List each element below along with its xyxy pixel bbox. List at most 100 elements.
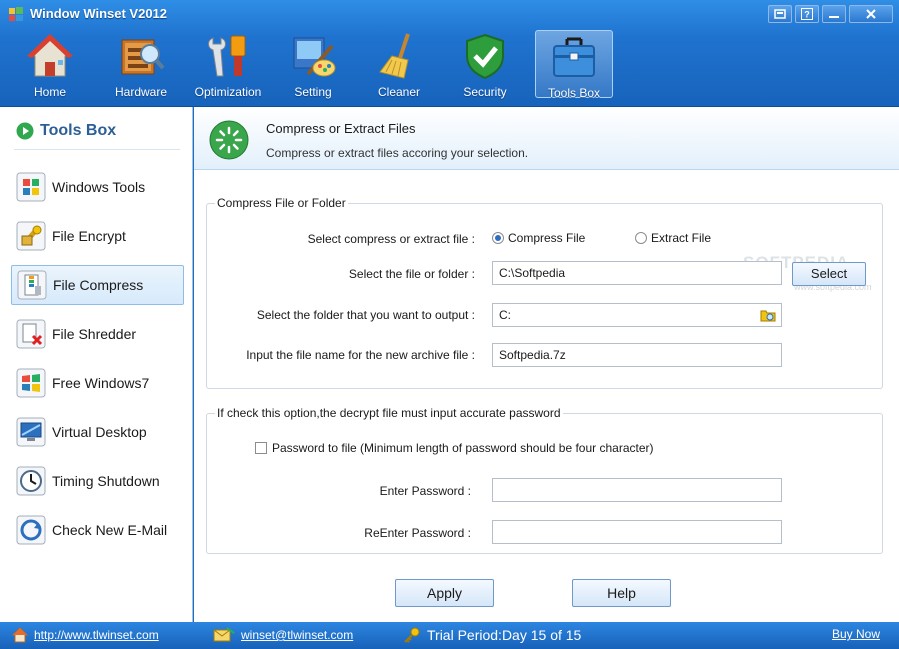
- help-button[interactable]: Help: [572, 579, 671, 607]
- sidebar-item-free-windows7[interactable]: Free Windows7: [11, 363, 184, 403]
- compress-group: Compress File or Folder Select compress …: [206, 196, 883, 389]
- close-button[interactable]: [849, 5, 893, 23]
- play-icon: [16, 122, 34, 140]
- sidebar-divider: [14, 149, 180, 150]
- panel-subtitle: Compress or extract files accoring your …: [266, 146, 529, 160]
- sidebar-item-label: Virtual Desktop: [52, 424, 147, 440]
- mode-label: Select compress or extract file :: [307, 232, 475, 246]
- skin-icon: [774, 9, 786, 19]
- nav-home[interactable]: Home: [11, 30, 89, 99]
- checkbox-label: Password to file (Minimum length of pass…: [272, 441, 654, 455]
- compress-file-radio[interactable]: Compress File: [492, 231, 585, 245]
- sidebar-item-file-encrypt[interactable]: File Encrypt: [11, 216, 184, 256]
- sidebar-header: Tools Box: [16, 120, 116, 142]
- nav-label: Setting: [294, 85, 332, 99]
- password-group: If check this option,the decrypt file mu…: [206, 406, 883, 554]
- password-checkbox[interactable]: Password to file (Minimum length of pass…: [255, 441, 654, 455]
- sidebar-title: Tools Box: [40, 122, 117, 139]
- sidebar-item-timing-shutdown[interactable]: Timing Shutdown: [11, 461, 184, 501]
- nav-cleaner[interactable]: Cleaner: [360, 30, 438, 99]
- lock-icon: [16, 221, 46, 251]
- nav-tools-box[interactable]: Tools Box: [535, 30, 613, 100]
- nav-setting[interactable]: Setting: [274, 30, 352, 99]
- skin-button[interactable]: [768, 5, 792, 23]
- sidebar-item-check-email[interactable]: Check New E-Mail: [11, 510, 184, 550]
- nav-security[interactable]: Security: [446, 30, 524, 99]
- home-icon: [27, 34, 73, 77]
- desktop-icon: [16, 417, 46, 447]
- archive-icon: [17, 270, 47, 300]
- sidebar-item-file-compress[interactable]: File Compress: [11, 265, 184, 305]
- svg-text:?: ?: [804, 10, 810, 20]
- shield-icon: [466, 33, 504, 80]
- archive-name-label: Input the file name for the new archive …: [246, 348, 475, 362]
- output-folder-field[interactable]: C:: [492, 303, 782, 327]
- status-website: http://www.tlwinset.com: [12, 627, 159, 643]
- buy-now-link[interactable]: Buy Now: [832, 627, 880, 641]
- app-header: Window Winset V2012 ? Home Hardware Opti…: [0, 0, 899, 107]
- reenter-password-field[interactable]: [492, 520, 782, 544]
- title-bar[interactable]: Window Winset V2012 ?: [0, 0, 899, 28]
- question-icon: ?: [801, 8, 813, 20]
- nav-label: Home: [33, 85, 66, 99]
- key-icon: [404, 627, 420, 643]
- window-title: Window Winset V2012: [30, 6, 168, 21]
- status-trial: Trial Period:Day 15 of 15: [403, 626, 581, 644]
- sidebar-item-virtual-desktop[interactable]: Virtual Desktop: [11, 412, 184, 452]
- nav-label: Hardware: [114, 85, 168, 99]
- email-link[interactable]: winset@tlwinset.com: [241, 628, 353, 642]
- enter-password-label: Enter Password :: [379, 484, 471, 498]
- radio-label: Compress File: [508, 231, 586, 245]
- minimize-button[interactable]: [822, 5, 846, 23]
- minimize-icon: [829, 16, 839, 18]
- status-email: winset@tlwinset.com: [213, 627, 353, 643]
- nav-optimization[interactable]: Optimization: [189, 30, 267, 99]
- panel-title: Compress or Extract Files: [266, 121, 416, 136]
- email-icon: [16, 515, 46, 545]
- apply-button[interactable]: Apply: [395, 579, 494, 607]
- windows-icon: [16, 172, 46, 202]
- hardware-icon: [121, 39, 165, 75]
- sidebar-item-label: Windows Tools: [52, 179, 146, 195]
- sidebar-item-windows-tools[interactable]: Windows Tools: [11, 167, 184, 207]
- window-controls: ?: [768, 5, 893, 23]
- toolbox-icon: [553, 37, 595, 77]
- status-buy: Buy Now: [832, 627, 880, 641]
- radio-selected-indicator: [492, 232, 504, 244]
- compress-group-legend: Compress File or Folder: [215, 196, 348, 210]
- status-bar: http://www.tlwinset.com winset@tlwinset.…: [0, 622, 899, 649]
- file-label: Select the file or folder :: [348, 267, 475, 281]
- sidebar-item-label: File Shredder: [52, 326, 137, 342]
- help-title-button[interactable]: ?: [795, 5, 819, 23]
- setting-icon: [293, 37, 336, 77]
- compress-spinner-icon: [209, 120, 249, 160]
- browse-folder-icon[interactable]: [760, 307, 777, 323]
- password-group-legend: If check this option,the decrypt file mu…: [215, 406, 563, 420]
- broom-icon: [379, 33, 410, 79]
- mail-icon: [213, 627, 235, 642]
- file-path-field[interactable]: C:\Softpedia: [492, 261, 782, 285]
- nav-label: Tools Box: [547, 86, 601, 100]
- panel-header: Compress or Extract Files Compress or ex…: [194, 107, 899, 170]
- sidebar-item-label: File Compress: [53, 277, 144, 293]
- close-icon: [866, 9, 876, 19]
- clock-icon: [16, 466, 46, 496]
- website-link[interactable]: http://www.tlwinset.com: [34, 628, 159, 642]
- sidebar-item-label: Check New E-Mail: [52, 522, 168, 538]
- radio-indicator: [635, 232, 647, 244]
- checkbox-box: [255, 442, 267, 454]
- trial-period-text: Trial Period:Day 15 of 15: [427, 627, 582, 643]
- shredder-icon: [16, 319, 46, 349]
- home-small-icon: [12, 627, 28, 643]
- windows7-icon: [16, 368, 46, 398]
- enter-password-field[interactable]: [492, 478, 782, 502]
- select-button[interactable]: Select: [792, 262, 866, 286]
- output-folder-value: C:: [499, 308, 511, 322]
- archive-name-field[interactable]: Softpedia.7z: [492, 343, 782, 367]
- radio-label: Extract File: [651, 231, 712, 245]
- nav-hardware[interactable]: Hardware: [102, 30, 180, 99]
- reenter-password-label: ReEnter Password :: [364, 526, 471, 540]
- extract-file-radio[interactable]: Extract File: [635, 231, 711, 245]
- output-label: Select the folder that you want to outpu…: [256, 308, 475, 322]
- sidebar-item-file-shredder[interactable]: File Shredder: [11, 314, 184, 354]
